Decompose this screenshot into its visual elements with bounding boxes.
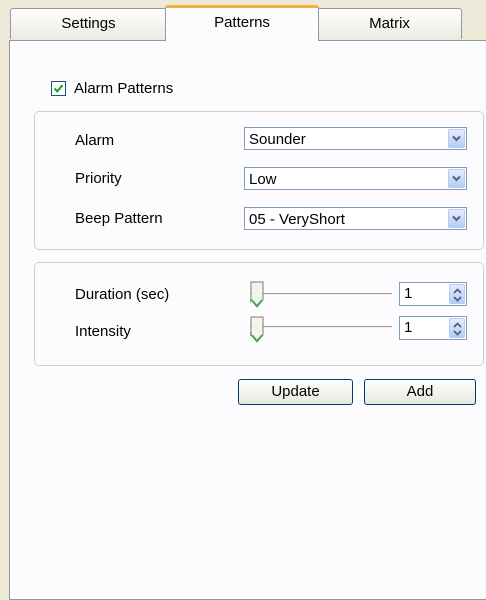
alarm-select-value: Sounder (249, 131, 306, 148)
tab-strip: Settings Patterns Matrix (0, 0, 486, 42)
intensity-label: Intensity (75, 323, 131, 340)
chevron-down-icon (452, 135, 461, 142)
add-button[interactable]: Add (364, 379, 476, 405)
duration-intensity-group (34, 262, 484, 366)
intensity-slider-thumb[interactable] (250, 316, 264, 344)
tab-matrix[interactable]: Matrix (317, 8, 462, 39)
intensity-spinbox[interactable]: 1 (399, 316, 467, 340)
alarm-patterns-label: Alarm Patterns (74, 79, 174, 97)
beep-pattern-dropdown-button[interactable] (448, 209, 465, 228)
duration-spinbox[interactable]: 1 (399, 282, 467, 306)
tab-patterns[interactable]: Patterns (165, 5, 319, 41)
chevron-down-icon (452, 215, 461, 222)
duration-value: 1 (404, 285, 413, 302)
alarm-dropdown-button[interactable] (448, 129, 465, 148)
duration-spin-buttons[interactable] (449, 284, 465, 304)
spin-up-down-icon (453, 322, 462, 336)
duration-label: Duration (sec) (75, 286, 170, 303)
priority-select[interactable]: Low (244, 167, 467, 190)
update-button[interactable]: Update (238, 379, 353, 405)
intensity-spin-buttons[interactable] (449, 318, 465, 338)
alarm-patterns-checkbox[interactable] (51, 80, 66, 96)
alarm-label: Alarm (75, 132, 115, 149)
alarm-patterns-checkbox-row[interactable]: Alarm Patterns (51, 79, 173, 97)
chevron-down-icon (452, 175, 461, 182)
tab-settings[interactable]: Settings (10, 8, 167, 39)
beep-pattern-select[interactable]: 05 - VeryShort (244, 207, 467, 230)
priority-dropdown-button[interactable] (448, 169, 465, 188)
duration-slider-thumb[interactable] (250, 281, 264, 309)
spin-up-down-icon (453, 288, 462, 302)
intensity-slider-track[interactable] (250, 326, 392, 329)
alarm-select[interactable]: Sounder (244, 127, 467, 150)
priority-select-value: Low (249, 171, 277, 188)
check-icon (53, 83, 64, 93)
intensity-value: 1 (404, 319, 413, 336)
priority-label: Priority (75, 170, 122, 187)
duration-slider-track[interactable] (250, 293, 392, 296)
beep-pattern-select-value: 05 - VeryShort (249, 211, 345, 228)
beep-pattern-label: Beep Pattern (75, 210, 163, 227)
